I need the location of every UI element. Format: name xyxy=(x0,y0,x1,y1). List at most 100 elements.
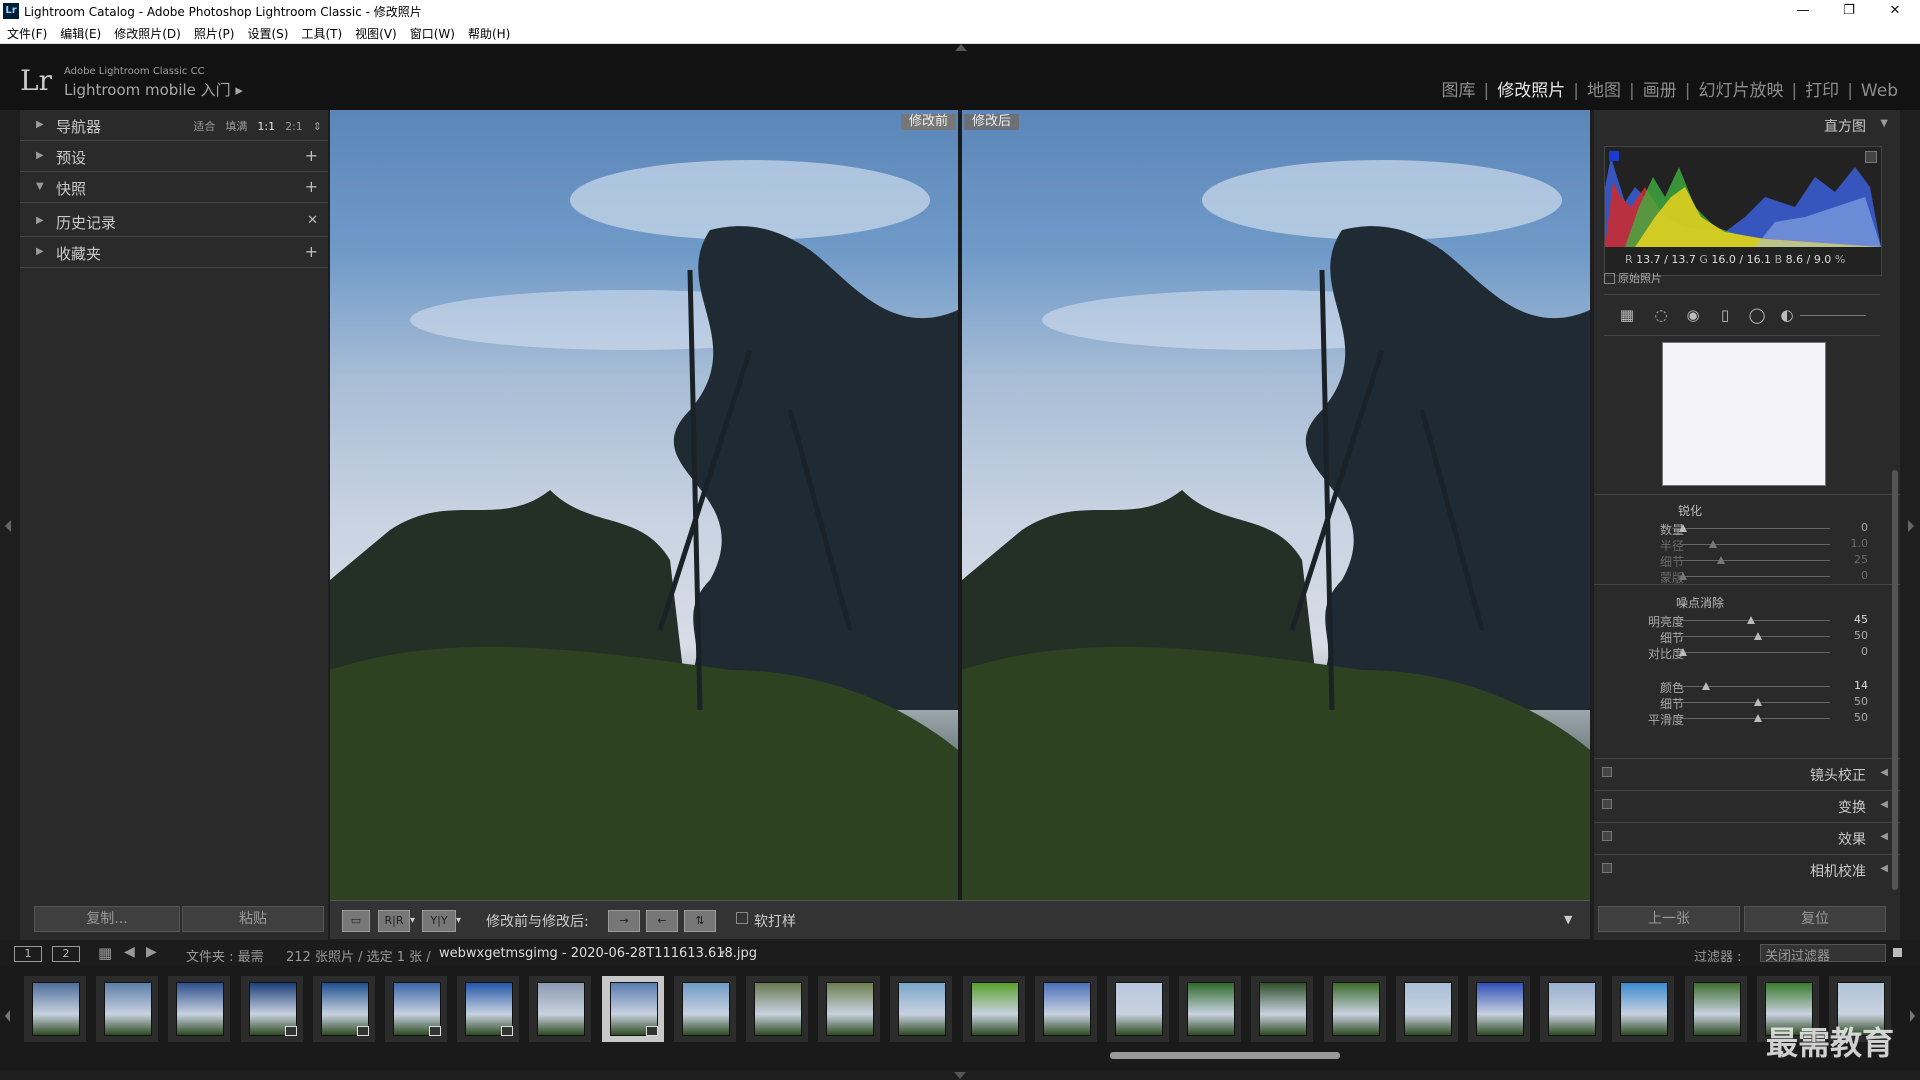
module-map[interactable]: 地图 xyxy=(1579,81,1629,101)
slider-row[interactable]: 颜色 14 xyxy=(1594,678,1900,695)
slider-value[interactable]: 1.0 xyxy=(1851,537,1869,550)
filmstrip-thumbnail[interactable] xyxy=(1684,976,1747,1042)
before-after-lr-button[interactable]: R|R xyxy=(378,910,410,932)
slider-value[interactable]: 50 xyxy=(1854,711,1868,724)
menu-photo[interactable]: 照片(P) xyxy=(187,22,241,42)
minimize-icon[interactable]: — xyxy=(1780,0,1826,22)
secondary-window-button[interactable]: 2 xyxy=(52,946,80,962)
filmstrip-thumbnail[interactable] xyxy=(818,976,881,1042)
panel-switch-icon[interactable] xyxy=(1602,831,1612,841)
filmstrip-right-icon[interactable] xyxy=(1910,1010,1915,1022)
original-photo-checkbox[interactable] xyxy=(1604,273,1615,284)
filmstrip-thumbnail[interactable] xyxy=(1540,976,1603,1042)
filmstrip-left-icon[interactable] xyxy=(5,1010,10,1022)
slider-row[interactable]: 明亮度 45 xyxy=(1594,612,1900,629)
camera-calibration-header[interactable]: 相机校准 ◀ xyxy=(1594,854,1900,885)
filmstrip-thumbnail[interactable] xyxy=(1179,976,1242,1042)
navigator-header[interactable]: ▶ 导航器 适合 填满 1:1 2:1 ⇕ xyxy=(20,110,328,141)
add-preset-icon[interactable]: + xyxy=(305,146,318,165)
lens-corrections-header[interactable]: 镜头校正 ◀ xyxy=(1594,758,1900,789)
paste-settings-button[interactable]: 粘贴 xyxy=(182,906,324,932)
menu-develop[interactable]: 修改照片(D) xyxy=(107,22,187,42)
before-after-split-button[interactable]: Y|Y xyxy=(422,910,456,932)
graduated-filter-icon[interactable]: ▯ xyxy=(1716,306,1734,324)
before-image[interactable]: 修改前 xyxy=(330,110,958,900)
shadow-clipping-icon[interactable] xyxy=(1609,151,1619,161)
mobile-getting-started[interactable]: Lightroom mobile 入门 ▸ xyxy=(64,79,243,100)
menu-settings[interactable]: 设置(S) xyxy=(240,22,294,42)
left-panel-toggle-icon[interactable] xyxy=(5,520,11,532)
filmstrip-thumbnail[interactable] xyxy=(601,976,664,1042)
panel-switch-icon[interactable] xyxy=(1602,767,1612,777)
after-image[interactable]: 修改后 xyxy=(962,110,1590,900)
slider-value[interactable]: 50 xyxy=(1854,695,1868,708)
slider-row[interactable]: 平滑度 50 xyxy=(1594,710,1900,727)
zoom-1-1[interactable]: 1:1 xyxy=(257,120,275,133)
filmstrip-thumbnail[interactable] xyxy=(673,976,736,1042)
slider-thumb[interactable] xyxy=(1716,556,1725,564)
panel-switch-icon[interactable] xyxy=(1602,799,1612,809)
menu-help[interactable]: 帮助(H) xyxy=(461,22,516,42)
zoom-fill[interactable]: 填满 xyxy=(225,120,247,133)
right-panel-scrollbar[interactable] xyxy=(1892,470,1898,890)
filmstrip-thumbnail[interactable] xyxy=(457,976,520,1042)
filmstrip[interactable] xyxy=(0,966,1920,1070)
back-arrow-icon[interactable]: ◀ xyxy=(124,944,135,960)
slider-row[interactable]: 数量 0 xyxy=(1594,520,1900,537)
filmstrip-thumbnail[interactable] xyxy=(1107,976,1169,1042)
slider-value[interactable]: 0 xyxy=(1861,521,1868,534)
folder-source[interactable]: 文件夹 : 最需 xyxy=(186,946,264,965)
filmstrip-thumbnail[interactable] xyxy=(890,976,953,1042)
filename-dropdown-icon[interactable]: ▾ xyxy=(720,948,725,959)
swap-before-after-icon[interactable]: ⇅ xyxy=(684,910,716,932)
slider-thumb[interactable] xyxy=(1701,682,1710,690)
slider-row[interactable]: 细节 50 xyxy=(1594,694,1900,711)
spot-removal-icon[interactable]: ◌ xyxy=(1652,306,1670,324)
slider-row[interactable]: 细节 50 xyxy=(1594,628,1900,645)
zoom-2-1[interactable]: 2:1 xyxy=(285,120,303,133)
split-mode-dropdown-icon[interactable]: ▾ xyxy=(456,915,461,926)
filmstrip-scrollbar[interactable] xyxy=(1110,1052,1340,1059)
filmstrip-thumbnail[interactable] xyxy=(385,976,447,1042)
image-viewer[interactable]: 修改前 修改后 xyxy=(330,110,1590,900)
menu-tools[interactable]: 工具(T) xyxy=(294,22,348,42)
detail-preview[interactable] xyxy=(1662,342,1826,486)
toolbar-menu-icon[interactable]: ▼ xyxy=(1564,913,1572,926)
slider-thumb[interactable] xyxy=(1679,524,1687,532)
filmstrip-thumbnail[interactable] xyxy=(312,976,375,1042)
filmstrip-thumbnail[interactable] xyxy=(529,976,592,1042)
module-slideshow[interactable]: 幻灯片放映 xyxy=(1690,81,1791,101)
zoom-stepper-icon[interactable]: ⇕ xyxy=(313,120,322,133)
slider-thumb[interactable] xyxy=(1746,616,1755,624)
slider-value[interactable]: 25 xyxy=(1854,553,1868,566)
bottom-panel-toggle-icon[interactable] xyxy=(954,1072,966,1079)
filmstrip-thumbnail[interactable] xyxy=(168,976,231,1042)
top-panel-toggle-icon[interactable] xyxy=(955,44,967,51)
main-window-button[interactable]: 1 xyxy=(14,946,42,962)
filmstrip-thumbnail[interactable] xyxy=(1395,976,1458,1042)
slider-value[interactable]: 14 xyxy=(1854,679,1868,692)
slider-thumb[interactable] xyxy=(1754,698,1762,706)
module-web[interactable]: Web xyxy=(1853,81,1906,101)
module-develop[interactable]: 修改照片 xyxy=(1489,81,1573,101)
add-collection-icon[interactable]: + xyxy=(305,242,318,261)
history-header[interactable]: ▶ 历史记录 ✕ xyxy=(20,206,328,237)
slider-thumb[interactable] xyxy=(1754,632,1762,640)
slider-thumb[interactable] xyxy=(1709,540,1717,548)
copy-settings-button[interactable]: 复制... xyxy=(34,906,180,932)
crop-overlay-icon[interactable]: ▦ xyxy=(1618,306,1636,324)
adjustment-brush-icon[interactable]: ◐ xyxy=(1778,306,1796,324)
loupe-view-button[interactable]: ▭ xyxy=(342,910,370,932)
reset-button[interactable]: 复位 xyxy=(1744,906,1886,932)
filmstrip-thumbnail[interactable] xyxy=(1251,976,1314,1042)
slider-row[interactable]: 细节 25 xyxy=(1594,552,1900,569)
previous-button[interactable]: 上一张 xyxy=(1598,906,1740,932)
red-eye-icon[interactable]: ◉ xyxy=(1684,306,1702,324)
slider-value[interactable]: 0 xyxy=(1861,645,1868,658)
filmstrip-thumbnail[interactable] xyxy=(746,976,808,1042)
filmstrip-thumbnail[interactable] xyxy=(1468,976,1530,1042)
effects-header[interactable]: 效果 ◀ xyxy=(1594,822,1900,853)
module-library[interactable]: 图库 xyxy=(1434,81,1484,101)
slider-row[interactable]: 半径 1.0 xyxy=(1594,536,1900,553)
add-snapshot-icon[interactable]: + xyxy=(305,177,318,196)
